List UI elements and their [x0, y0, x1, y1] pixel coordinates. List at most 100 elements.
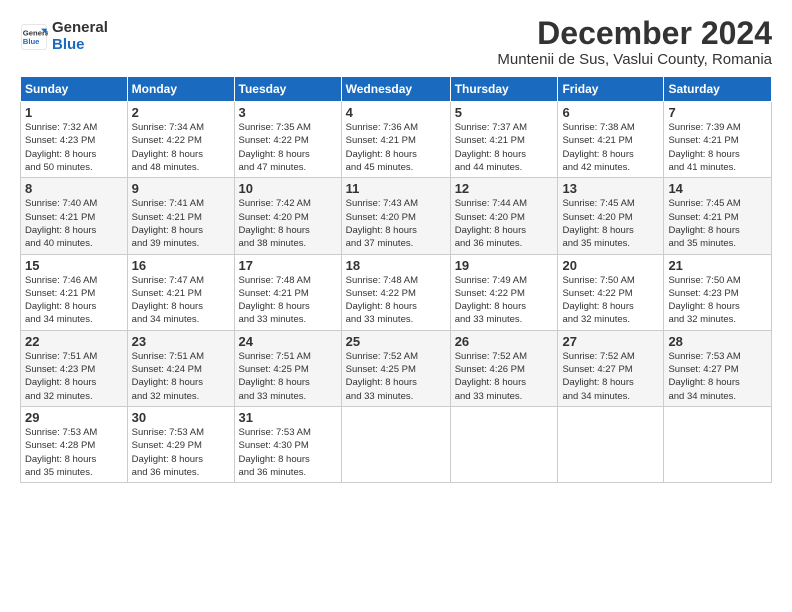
table-row: 13Sunrise: 7:45 AM Sunset: 4:20 PM Dayli… [558, 178, 664, 254]
day-number: 2 [132, 105, 230, 120]
day-number: 7 [668, 105, 767, 120]
col-wednesday: Wednesday [341, 77, 450, 102]
day-number: 19 [455, 258, 554, 273]
calendar-week-1: 1Sunrise: 7:32 AM Sunset: 4:23 PM Daylig… [21, 102, 772, 178]
table-row: 21Sunrise: 7:50 AM Sunset: 4:23 PM Dayli… [664, 254, 772, 330]
calendar-week-2: 8Sunrise: 7:40 AM Sunset: 4:21 PM Daylig… [21, 178, 772, 254]
col-tuesday: Tuesday [234, 77, 341, 102]
day-info: Sunrise: 7:51 AM Sunset: 4:25 PM Dayligh… [239, 350, 337, 403]
day-info: Sunrise: 7:32 AM Sunset: 4:23 PM Dayligh… [25, 121, 123, 174]
day-number: 13 [562, 181, 659, 196]
day-number: 15 [25, 258, 123, 273]
day-info: Sunrise: 7:34 AM Sunset: 4:22 PM Dayligh… [132, 121, 230, 174]
logo-icon: General Blue [20, 23, 48, 51]
day-number: 17 [239, 258, 337, 273]
col-friday: Friday [558, 77, 664, 102]
table-row: 18Sunrise: 7:48 AM Sunset: 4:22 PM Dayli… [341, 254, 450, 330]
calendar-week-5: 29Sunrise: 7:53 AM Sunset: 4:28 PM Dayli… [21, 406, 772, 482]
day-info: Sunrise: 7:50 AM Sunset: 4:23 PM Dayligh… [668, 274, 767, 327]
day-number: 14 [668, 181, 767, 196]
day-number: 20 [562, 258, 659, 273]
day-number: 23 [132, 334, 230, 349]
day-info: Sunrise: 7:40 AM Sunset: 4:21 PM Dayligh… [25, 197, 123, 250]
day-info: Sunrise: 7:48 AM Sunset: 4:22 PM Dayligh… [346, 274, 446, 327]
table-row: 15Sunrise: 7:46 AM Sunset: 4:21 PM Dayli… [21, 254, 128, 330]
table-row: 29Sunrise: 7:53 AM Sunset: 4:28 PM Dayli… [21, 406, 128, 482]
day-number: 8 [25, 181, 123, 196]
day-number: 25 [346, 334, 446, 349]
day-info: Sunrise: 7:36 AM Sunset: 4:21 PM Dayligh… [346, 121, 446, 174]
calendar-header-row: Sunday Monday Tuesday Wednesday Thursday… [21, 77, 772, 102]
col-thursday: Thursday [450, 77, 558, 102]
main-title: December 2024 [497, 16, 772, 51]
logo-text: General Blue [52, 20, 108, 53]
day-number: 28 [668, 334, 767, 349]
day-info: Sunrise: 7:53 AM Sunset: 4:27 PM Dayligh… [668, 350, 767, 403]
table-row: 22Sunrise: 7:51 AM Sunset: 4:23 PM Dayli… [21, 330, 128, 406]
day-number: 12 [455, 181, 554, 196]
day-info: Sunrise: 7:53 AM Sunset: 4:28 PM Dayligh… [25, 426, 123, 479]
day-info: Sunrise: 7:52 AM Sunset: 4:26 PM Dayligh… [455, 350, 554, 403]
table-row: 31Sunrise: 7:53 AM Sunset: 4:30 PM Dayli… [234, 406, 341, 482]
day-info: Sunrise: 7:46 AM Sunset: 4:21 PM Dayligh… [25, 274, 123, 327]
table-row: 16Sunrise: 7:47 AM Sunset: 4:21 PM Dayli… [127, 254, 234, 330]
table-row: 19Sunrise: 7:49 AM Sunset: 4:22 PM Dayli… [450, 254, 558, 330]
day-info: Sunrise: 7:44 AM Sunset: 4:20 PM Dayligh… [455, 197, 554, 250]
table-row: 23Sunrise: 7:51 AM Sunset: 4:24 PM Dayli… [127, 330, 234, 406]
day-info: Sunrise: 7:37 AM Sunset: 4:21 PM Dayligh… [455, 121, 554, 174]
day-number: 24 [239, 334, 337, 349]
table-row: 2Sunrise: 7:34 AM Sunset: 4:22 PM Daylig… [127, 102, 234, 178]
table-row: 4Sunrise: 7:36 AM Sunset: 4:21 PM Daylig… [341, 102, 450, 178]
day-number: 1 [25, 105, 123, 120]
table-row: 1Sunrise: 7:32 AM Sunset: 4:23 PM Daylig… [21, 102, 128, 178]
day-number: 6 [562, 105, 659, 120]
day-info: Sunrise: 7:52 AM Sunset: 4:25 PM Dayligh… [346, 350, 446, 403]
day-info: Sunrise: 7:43 AM Sunset: 4:20 PM Dayligh… [346, 197, 446, 250]
day-info: Sunrise: 7:48 AM Sunset: 4:21 PM Dayligh… [239, 274, 337, 327]
col-saturday: Saturday [664, 77, 772, 102]
day-info: Sunrise: 7:52 AM Sunset: 4:27 PM Dayligh… [562, 350, 659, 403]
day-number: 26 [455, 334, 554, 349]
day-info: Sunrise: 7:45 AM Sunset: 4:20 PM Dayligh… [562, 197, 659, 250]
table-row [664, 406, 772, 482]
day-info: Sunrise: 7:53 AM Sunset: 4:29 PM Dayligh… [132, 426, 230, 479]
table-row: 8Sunrise: 7:40 AM Sunset: 4:21 PM Daylig… [21, 178, 128, 254]
table-row [558, 406, 664, 482]
table-row: 17Sunrise: 7:48 AM Sunset: 4:21 PM Dayli… [234, 254, 341, 330]
day-number: 11 [346, 181, 446, 196]
col-monday: Monday [127, 77, 234, 102]
day-number: 18 [346, 258, 446, 273]
table-row: 5Sunrise: 7:37 AM Sunset: 4:21 PM Daylig… [450, 102, 558, 178]
header: General Blue General Blue December 2024 … [20, 16, 772, 68]
calendar-week-4: 22Sunrise: 7:51 AM Sunset: 4:23 PM Dayli… [21, 330, 772, 406]
day-number: 16 [132, 258, 230, 273]
calendar-week-3: 15Sunrise: 7:46 AM Sunset: 4:21 PM Dayli… [21, 254, 772, 330]
table-row: 10Sunrise: 7:42 AM Sunset: 4:20 PM Dayli… [234, 178, 341, 254]
day-number: 3 [239, 105, 337, 120]
table-row: 9Sunrise: 7:41 AM Sunset: 4:21 PM Daylig… [127, 178, 234, 254]
col-sunday: Sunday [21, 77, 128, 102]
table-row: 20Sunrise: 7:50 AM Sunset: 4:22 PM Dayli… [558, 254, 664, 330]
day-number: 9 [132, 181, 230, 196]
day-info: Sunrise: 7:45 AM Sunset: 4:21 PM Dayligh… [668, 197, 767, 250]
day-info: Sunrise: 7:47 AM Sunset: 4:21 PM Dayligh… [132, 274, 230, 327]
day-number: 27 [562, 334, 659, 349]
table-row: 24Sunrise: 7:51 AM Sunset: 4:25 PM Dayli… [234, 330, 341, 406]
day-info: Sunrise: 7:39 AM Sunset: 4:21 PM Dayligh… [668, 121, 767, 174]
table-row [450, 406, 558, 482]
table-row [341, 406, 450, 482]
day-info: Sunrise: 7:38 AM Sunset: 4:21 PM Dayligh… [562, 121, 659, 174]
day-info: Sunrise: 7:41 AM Sunset: 4:21 PM Dayligh… [132, 197, 230, 250]
svg-text:Blue: Blue [23, 37, 40, 46]
day-info: Sunrise: 7:53 AM Sunset: 4:30 PM Dayligh… [239, 426, 337, 479]
table-row: 30Sunrise: 7:53 AM Sunset: 4:29 PM Dayli… [127, 406, 234, 482]
day-number: 21 [668, 258, 767, 273]
day-number: 4 [346, 105, 446, 120]
logo: General Blue General Blue [20, 20, 108, 53]
day-number: 5 [455, 105, 554, 120]
calendar: Sunday Monday Tuesday Wednesday Thursday… [20, 76, 772, 483]
day-info: Sunrise: 7:35 AM Sunset: 4:22 PM Dayligh… [239, 121, 337, 174]
table-row: 3Sunrise: 7:35 AM Sunset: 4:22 PM Daylig… [234, 102, 341, 178]
day-number: 31 [239, 410, 337, 425]
day-number: 30 [132, 410, 230, 425]
